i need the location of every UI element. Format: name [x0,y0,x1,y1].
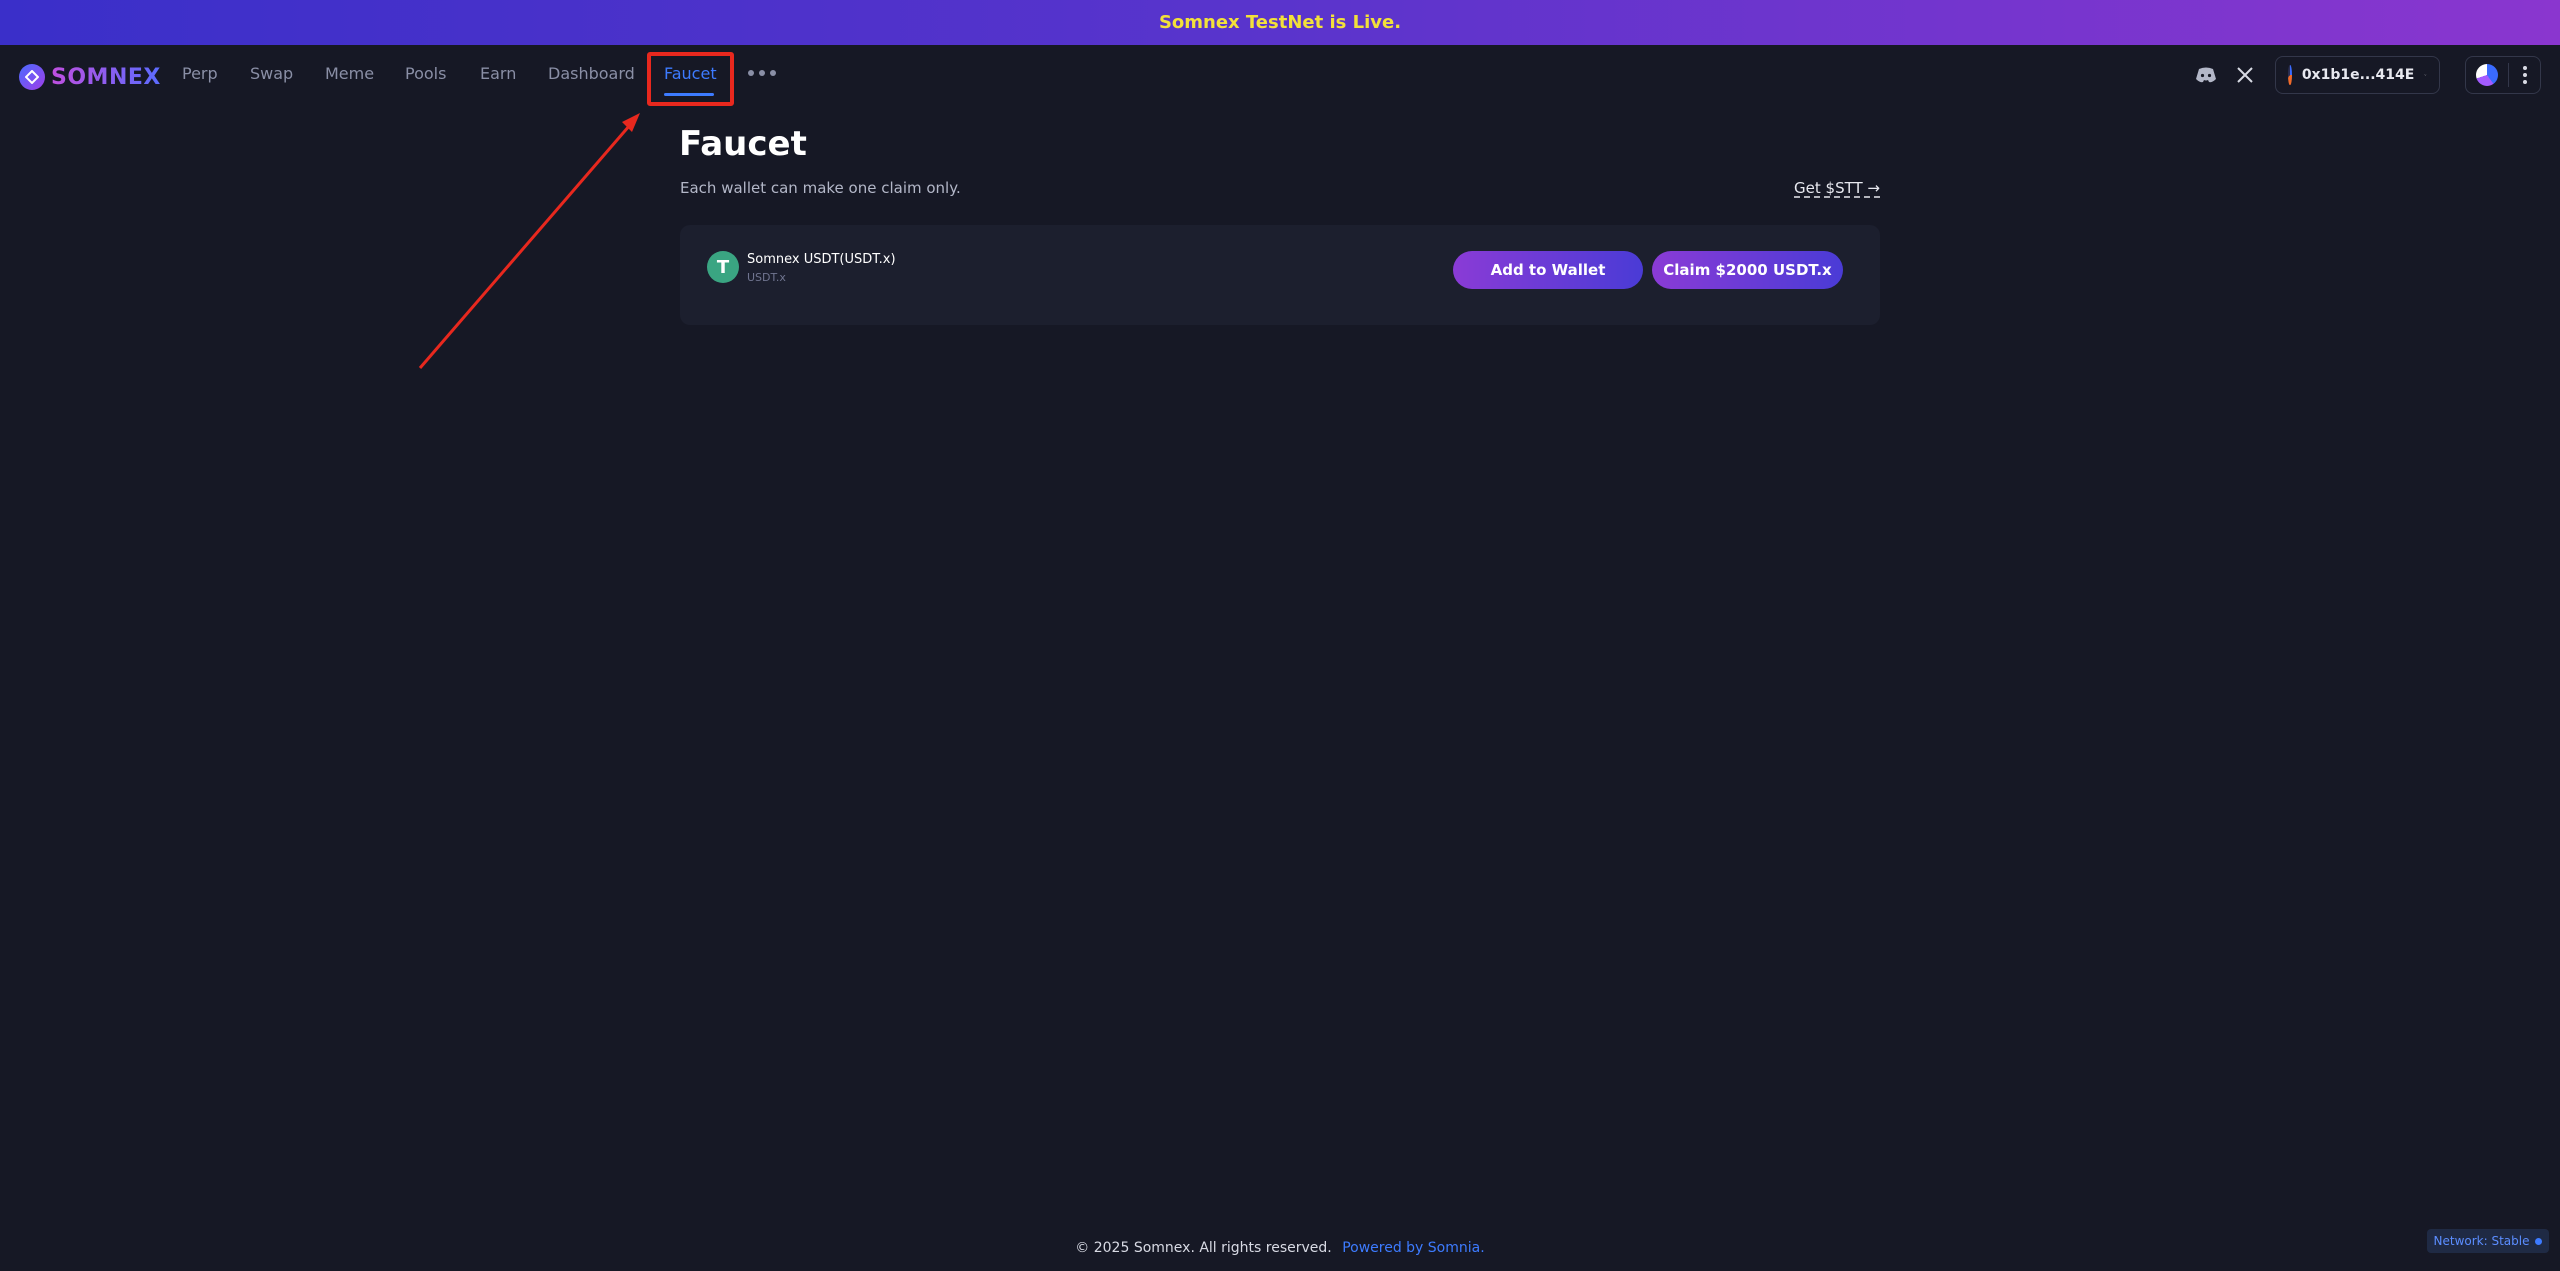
kebab-menu-icon[interactable] [2523,66,2527,84]
status-dot-icon [2535,1237,2543,1245]
brand-logo[interactable]: SOMNEX [19,62,161,92]
footer: © 2025 Somnex. All rights reserved. Powe… [0,1240,2560,1256]
token-symbol: USDT.x [747,271,786,284]
token-name: Somnex USDT(USDT.x) [747,252,896,267]
tether-token-icon: T [707,251,739,283]
page-title: Faucet [679,124,807,164]
nav-item-swap[interactable]: Swap [250,64,293,83]
nav-item-meme[interactable]: Meme [325,64,374,83]
claim-button[interactable]: Claim $2000 USDT.x [1652,251,1843,289]
x-twitter-icon[interactable] [2232,62,2258,88]
somnex-logo-icon [19,64,45,90]
page-subtitle: Each wallet can make one claim only. [680,179,961,197]
nav-item-dashboard[interactable]: Dashboard [548,64,635,83]
powered-by-link[interactable]: Powered by Somnia. [1342,1240,1484,1256]
wallet-button[interactable]: 0x1b1e...414E [2275,56,2440,94]
announcement-text: Somnex TestNet is Live. [1158,12,1402,33]
nav-item-pools[interactable]: Pools [405,64,446,83]
highlight-box-annotation [647,52,734,106]
nav-item-perp[interactable]: Perp [182,64,218,83]
menu-divider [2508,63,2509,87]
red-arrow-annotation [418,113,640,369]
footer-copyright: © 2025 Somnex. All rights reserved. [1075,1240,1332,1256]
wallet-avatar-icon [2288,65,2292,85]
network-status-badge: Network: Stable [2427,1229,2549,1253]
top-nav: SOMNEX [0,45,2560,105]
nav-item-earn[interactable]: Earn [480,64,516,83]
chevron-down-icon [2424,74,2427,76]
wallet-address: 0x1b1e...414E [2301,67,2415,83]
discord-icon[interactable] [2193,62,2219,88]
network-avatar-icon[interactable] [2476,64,2498,86]
network-status-text: Network: Stable [2433,1234,2530,1248]
faucet-token-card: T Somnex USDT(USDT.x) USDT.x Add to Wall… [680,225,1880,325]
add-to-wallet-button[interactable]: Add to Wallet [1453,251,1643,289]
account-menu-group [2465,56,2541,94]
announcement-bar: Somnex TestNet is Live. [0,0,2560,45]
more-menu-icon[interactable] [748,70,776,76]
brand-name: SOMNEX [51,64,161,90]
get-stt-link[interactable]: Get $STT → [1794,179,1880,197]
